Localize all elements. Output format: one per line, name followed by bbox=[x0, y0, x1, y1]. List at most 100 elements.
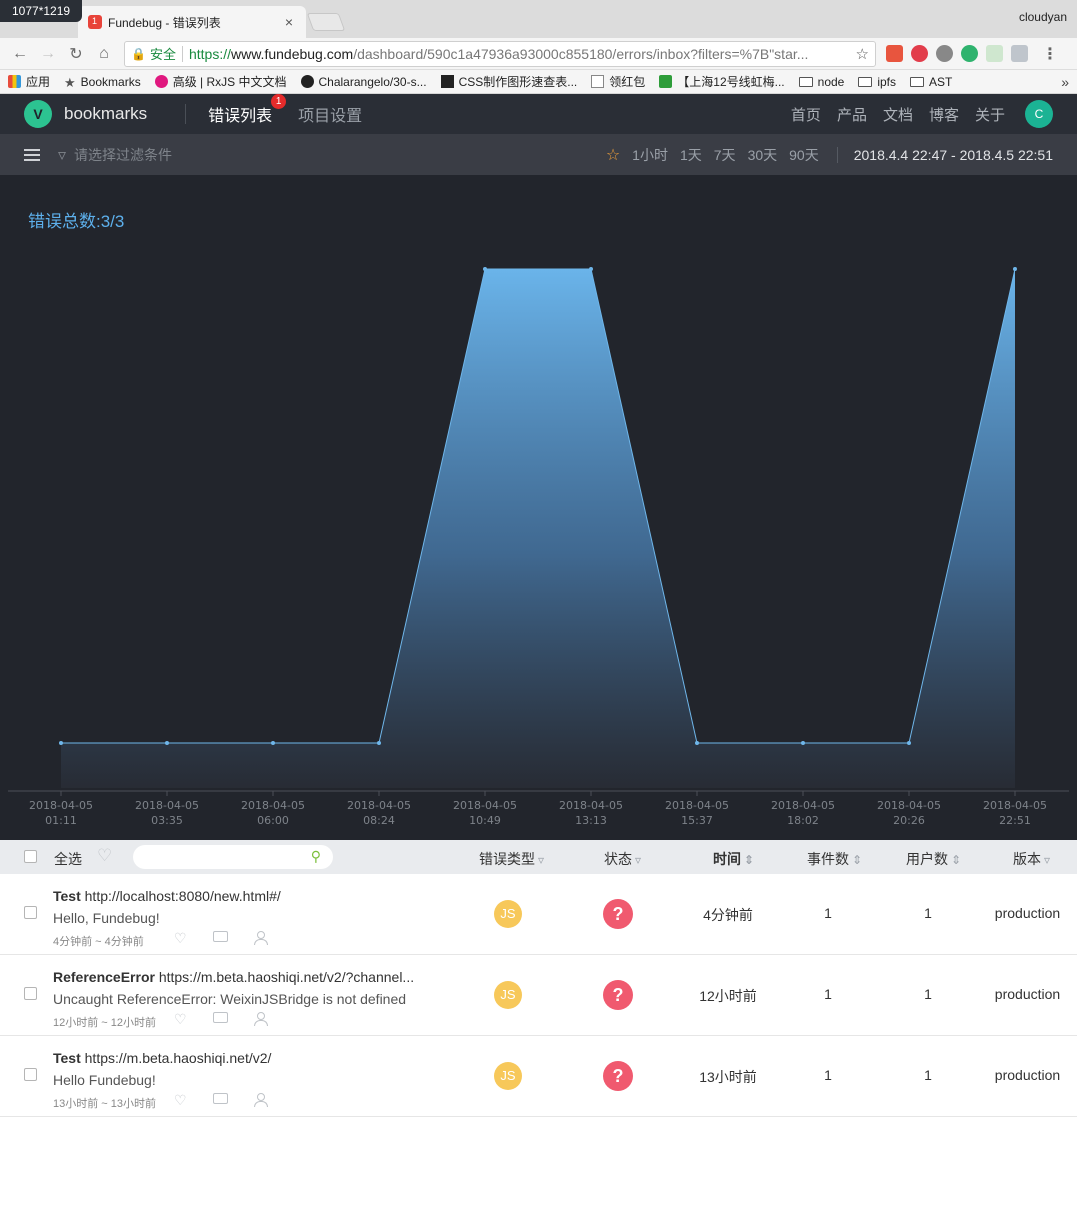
bookmark-folder-node[interactable]: node bbox=[798, 75, 844, 89]
column-time[interactable]: 时间 ⇕ bbox=[713, 849, 754, 869]
sort-icon[interactable]: ⇕ bbox=[852, 853, 862, 867]
fundebug-logo-icon[interactable]: V bbox=[24, 100, 52, 128]
tab-close-icon[interactable]: × bbox=[282, 14, 296, 30]
fe-extension-icon[interactable] bbox=[886, 45, 903, 62]
error-message[interactable]: Hello, Fundebug! bbox=[53, 910, 160, 926]
row-checkbox[interactable] bbox=[24, 987, 37, 1000]
row-checkbox[interactable] bbox=[24, 1068, 37, 1081]
select-all-checkbox[interactable] bbox=[24, 850, 37, 863]
date-range[interactable]: 2018.4.4 22:47 - 2018.4.5 22:51 bbox=[854, 147, 1053, 163]
row-checkbox[interactable] bbox=[24, 906, 37, 919]
filter-input[interactable]: 请选择过滤条件 bbox=[74, 145, 172, 165]
filter-icon[interactable]: ▿ bbox=[58, 145, 66, 165]
chart-data-point[interactable] bbox=[377, 741, 381, 745]
chart-data-point[interactable] bbox=[907, 741, 911, 745]
bookmark-apps[interactable]: 应用 bbox=[8, 73, 50, 90]
project-name[interactable]: bookmarks bbox=[64, 104, 147, 124]
bookmark-shanghai[interactable]: 【上海12号线虹梅... bbox=[659, 73, 785, 90]
column-filter-icon[interactable]: ▿ bbox=[1044, 853, 1050, 867]
range-1d[interactable]: 1天 bbox=[680, 145, 702, 165]
tab-error-list[interactable]: 错误列表 1 bbox=[208, 94, 287, 126]
error-title[interactable]: ReferenceError https://m.beta.haoshiqi.n… bbox=[53, 969, 438, 985]
sort-icon[interactable]: ⇕ bbox=[951, 853, 961, 867]
search-icon[interactable]: ⚲ bbox=[311, 848, 321, 865]
bookmark-github[interactable]: Chalarangelo/30-s... bbox=[300, 75, 427, 89]
error-title[interactable]: Test http://localhost:8080/new.html#/ bbox=[53, 888, 438, 904]
bookmark-star-icon[interactable]: ☆ bbox=[856, 45, 869, 63]
range-90d[interactable]: 90天 bbox=[789, 145, 819, 165]
column-user-count[interactable]: 用户数 ⇕ bbox=[906, 849, 961, 869]
chart-data-point[interactable] bbox=[695, 741, 699, 745]
reload-icon[interactable]: ↻ bbox=[64, 42, 88, 66]
favorite-star-icon[interactable]: ☆ bbox=[606, 145, 620, 165]
column-filter-icon[interactable]: ▿ bbox=[538, 853, 544, 867]
column-event-count[interactable]: 事件数 ⇕ bbox=[807, 849, 862, 869]
range-1h[interactable]: 1小时 bbox=[632, 145, 668, 165]
table-row[interactable]: Test http://localhost:8080/new.html#/ He… bbox=[0, 874, 1077, 955]
sort-icon[interactable]: ⇕ bbox=[744, 853, 754, 867]
nav-docs[interactable]: 文档 bbox=[883, 104, 913, 125]
nav-products[interactable]: 产品 bbox=[837, 104, 867, 125]
range-7d[interactable]: 7天 bbox=[714, 145, 736, 165]
omnibox[interactable]: 🔒 安全 https://www.fundebug.com/dashboard/… bbox=[124, 40, 876, 67]
chart-data-point[interactable] bbox=[1013, 267, 1017, 271]
comment-icon[interactable] bbox=[213, 1093, 228, 1104]
search-input[interactable]: ⚲ bbox=[133, 845, 333, 869]
select-all-label[interactable]: 全选 bbox=[54, 849, 82, 869]
comment-icon[interactable] bbox=[213, 1012, 228, 1023]
error-message[interactable]: Uncaught ReferenceError: WeixinJSBridge … bbox=[53, 991, 406, 1007]
chart-data-point[interactable] bbox=[801, 741, 805, 745]
nav-blog[interactable]: 博客 bbox=[929, 104, 959, 125]
status-unknown-icon[interactable]: ? bbox=[603, 980, 633, 1010]
browser-tab[interactable]: Fundebug - 错误列表 × bbox=[78, 6, 306, 38]
chart-data-point[interactable] bbox=[483, 267, 487, 271]
chart-data-point[interactable] bbox=[589, 267, 593, 271]
image-extension-icon[interactable] bbox=[986, 45, 1003, 62]
bookmark-rxjs[interactable]: 高级 | RxJS 中文文档 bbox=[154, 73, 287, 90]
error-title[interactable]: Test https://m.beta.haoshiqi.net/v2/ bbox=[53, 1050, 438, 1066]
range-30d[interactable]: 30天 bbox=[748, 145, 778, 165]
url-text[interactable]: https://www.fundebug.com/dashboard/590c1… bbox=[189, 46, 852, 62]
translate-extension-icon[interactable] bbox=[936, 45, 953, 62]
vue-extension-icon[interactable] bbox=[1011, 45, 1028, 62]
assign-user-icon[interactable] bbox=[254, 931, 268, 945]
status-unknown-icon[interactable]: ? bbox=[603, 899, 633, 929]
assign-user-icon[interactable] bbox=[254, 1012, 268, 1026]
new-tab-button[interactable] bbox=[306, 13, 346, 31]
c-extension-icon[interactable] bbox=[961, 45, 978, 62]
comment-icon[interactable] bbox=[213, 931, 228, 942]
favorite-filter-heart-icon[interactable]: ♡ bbox=[97, 846, 112, 866]
heart-icon[interactable]: ♡ bbox=[174, 930, 187, 947]
heart-icon[interactable]: ♡ bbox=[174, 1011, 187, 1028]
chart-data-point[interactable] bbox=[59, 741, 63, 745]
bookmarks-more-icon[interactable]: » bbox=[1061, 74, 1069, 90]
bookmark-css[interactable]: CSS制作图形速查表... bbox=[440, 73, 577, 90]
table-row[interactable]: Test https://m.beta.haoshiqi.net/v2/ Hel… bbox=[0, 1036, 1077, 1117]
bookmark-folder-ipfs[interactable]: ipfs bbox=[858, 75, 896, 89]
nav-about[interactable]: 关于 bbox=[975, 104, 1005, 125]
error-message[interactable]: Hello Fundebug! bbox=[53, 1072, 156, 1088]
assign-user-icon[interactable] bbox=[254, 1093, 268, 1107]
home-icon[interactable]: ⌂ bbox=[92, 42, 116, 66]
avatar[interactable]: C bbox=[1025, 100, 1053, 128]
profile-name[interactable]: cloudyan bbox=[1019, 10, 1067, 24]
chart-data-point[interactable] bbox=[165, 741, 169, 745]
nav-home[interactable]: 首页 bbox=[791, 104, 821, 125]
opera-extension-icon[interactable] bbox=[911, 45, 928, 62]
column-error-type[interactable]: 错误类型 ▿ bbox=[479, 849, 544, 869]
menu-icon[interactable] bbox=[24, 148, 40, 161]
table-row[interactable]: ReferenceError https://m.beta.haoshiqi.n… bbox=[0, 955, 1077, 1036]
column-filter-icon[interactable]: ▿ bbox=[635, 853, 641, 867]
bookmark-folder-ast[interactable]: AST bbox=[910, 75, 952, 89]
status-unknown-icon[interactable]: ? bbox=[603, 1061, 633, 1091]
chart-data-point[interactable] bbox=[271, 741, 275, 745]
forward-arrow-icon[interactable]: → bbox=[36, 42, 60, 66]
heart-icon[interactable]: ♡ bbox=[174, 1092, 187, 1109]
bookmark-bookmarks[interactable]: ★ Bookmarks bbox=[64, 75, 141, 91]
tab-project-settings[interactable]: 项目设置 bbox=[298, 102, 362, 126]
back-arrow-icon[interactable]: ← bbox=[8, 42, 32, 66]
column-status[interactable]: 状态 ▿ bbox=[604, 849, 641, 869]
column-version[interactable]: 版本 ▿ bbox=[1013, 849, 1050, 869]
bookmark-hongbao[interactable]: 领红包 bbox=[591, 73, 645, 90]
browser-menu-icon[interactable]: ⋮ bbox=[1042, 44, 1058, 64]
